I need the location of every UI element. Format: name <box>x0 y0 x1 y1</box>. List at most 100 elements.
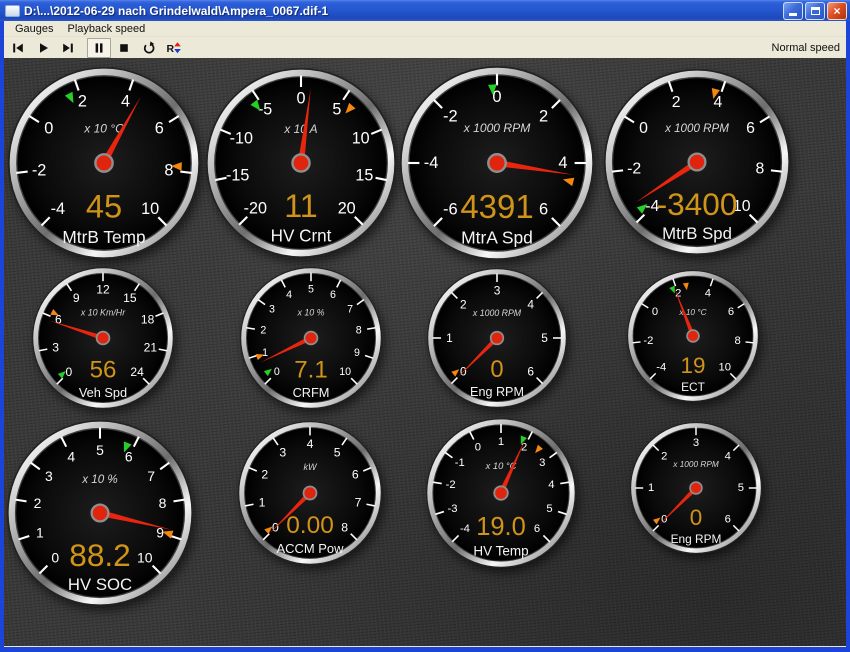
gauge-unit: kW <box>304 462 319 472</box>
scale-label: 4 <box>725 450 731 462</box>
gauge-value: 19.0 <box>476 513 526 541</box>
title-bar: D:\...\2012-06-29 nach Grindelwald\Amper… <box>0 0 850 21</box>
scale-label: 1 <box>259 496 266 510</box>
stop-button[interactable] <box>112 38 136 58</box>
loop-button[interactable] <box>137 38 161 58</box>
scale-label: 2 <box>460 297 467 311</box>
tick-mark <box>633 342 641 343</box>
scale-label: 6 <box>125 449 133 465</box>
gauge-value: 56 <box>90 356 117 383</box>
scale-label: 0 <box>652 306 658 318</box>
replay-r-icon: R <box>166 40 182 56</box>
menu-playback-speed[interactable]: Playback speed <box>61 22 153 36</box>
needle-hub <box>491 332 504 345</box>
gauge-name: HV Crnt <box>271 227 332 246</box>
menu-gauges[interactable]: Gauges <box>8 22 61 36</box>
gauge-hv-soc: 012345678910x 10 %88.2HV SOC <box>7 420 193 606</box>
gauge-name: ECT <box>681 380 705 394</box>
close-button[interactable]: × <box>827 2 847 20</box>
scale-label: 12 <box>96 283 110 297</box>
scale-label: 9 <box>73 291 80 305</box>
scale-label: 2 <box>78 92 87 110</box>
scale-label: 0 <box>297 89 306 107</box>
gauge-unit: x 10 °C <box>83 121 124 135</box>
scale-label: 6 <box>527 365 534 379</box>
scale-label: 15 <box>355 167 373 185</box>
scale-label: 6 <box>155 119 164 137</box>
scale-label: 2 <box>672 94 681 111</box>
tick-mark <box>612 170 623 171</box>
window-controls: × <box>783 2 847 20</box>
scale-label: 4 <box>67 449 75 465</box>
scale-label: 6 <box>725 514 731 526</box>
gauge-unit: x 1000 RPM <box>664 122 729 135</box>
scale-label: -4 <box>656 362 666 374</box>
scale-label: 8 <box>755 161 764 178</box>
scale-label: 18 <box>141 313 155 327</box>
needle-hub <box>305 332 318 345</box>
gauge-hv-temp: -4-3-2-10123456x 10 °C19.0HV Temp <box>426 418 576 568</box>
playback-speed-status: Normal speed <box>772 42 840 54</box>
scale-label: -4 <box>424 154 439 172</box>
scale-label: 2 <box>521 442 527 454</box>
minimize-icon <box>789 13 797 16</box>
scale-label: -10 <box>230 129 253 147</box>
needle-hub <box>488 154 505 171</box>
needle-hub <box>689 154 706 171</box>
tick-mark <box>745 342 753 343</box>
scale-label: 2 <box>34 495 42 511</box>
gauge-eng-rpm-a: 0123456x 1000 RPM0Eng RPM <box>427 268 567 408</box>
gauge-name: HV Temp <box>473 543 528 558</box>
scale-label: 7 <box>355 496 362 510</box>
scale-label: 7 <box>347 304 353 316</box>
needle-hub <box>95 154 112 171</box>
gauge-unit: x 10 A <box>283 122 317 136</box>
scale-label: -2 <box>32 161 47 179</box>
pause-button[interactable] <box>87 38 111 58</box>
skip-to-start-button[interactable] <box>6 38 30 58</box>
gauge-value: 88.2 <box>69 537 131 573</box>
scale-label: -3 <box>447 503 457 515</box>
tick-mark <box>180 172 191 173</box>
gauge-name: HV SOC <box>68 575 132 594</box>
loop-icon <box>141 40 157 56</box>
gauge-value: 0 <box>690 505 702 530</box>
scale-label: 0 <box>274 366 280 378</box>
scale-label: -2 <box>627 161 641 178</box>
scale-label: 6 <box>330 289 336 301</box>
scale-label: 8 <box>159 495 167 511</box>
scale-label: 5 <box>96 442 104 458</box>
maximize-button[interactable] <box>805 2 825 20</box>
scale-label: 4 <box>705 288 711 300</box>
scale-label: -4 <box>51 200 66 218</box>
pause-icon <box>91 40 107 56</box>
gauge-dashboard: -4-20246810x 10 °C45MtrB Temp-20-15-10-5… <box>4 58 846 647</box>
gauge-unit: x 1000 RPM <box>472 308 522 318</box>
scale-label: 3 <box>693 437 699 449</box>
minimize-button[interactable] <box>783 2 803 20</box>
gauge-mtrb-spd: -4-20246810x 1000 RPM-3400MtrB Spd <box>604 69 790 255</box>
scale-label: -15 <box>226 167 249 185</box>
gauge-value: 4391 <box>460 188 533 225</box>
scale-label: 7 <box>147 468 155 484</box>
gauge-ect: -4-20246810x 10 °C19ECT <box>627 270 759 402</box>
scale-label: 10 <box>718 362 730 374</box>
play-button[interactable] <box>31 38 55 58</box>
scale-label: 5 <box>332 100 341 118</box>
skip-to-end-button[interactable] <box>56 38 80 58</box>
scale-label: 4 <box>558 154 567 172</box>
scale-label: 8 <box>341 521 348 535</box>
scale-label: 3 <box>45 468 53 484</box>
gauge-value: -3400 <box>657 186 738 222</box>
scale-label: -20 <box>244 200 267 218</box>
scale-label: -5 <box>258 100 272 118</box>
scale-label: 2 <box>261 467 268 481</box>
scale-label: 0 <box>475 442 481 454</box>
replay-rate-button[interactable]: R <box>162 38 186 58</box>
needle-hub <box>687 330 699 342</box>
close-icon: × <box>833 4 840 18</box>
gauge-name: MtrA Spd <box>461 228 533 248</box>
scale-label: 4 <box>548 479 554 491</box>
gauge-unit: x 1000 RPM <box>672 460 719 469</box>
gauge-veh-spd: 03691215182124x 10 Km/Hr56Veh Spd <box>32 267 174 409</box>
